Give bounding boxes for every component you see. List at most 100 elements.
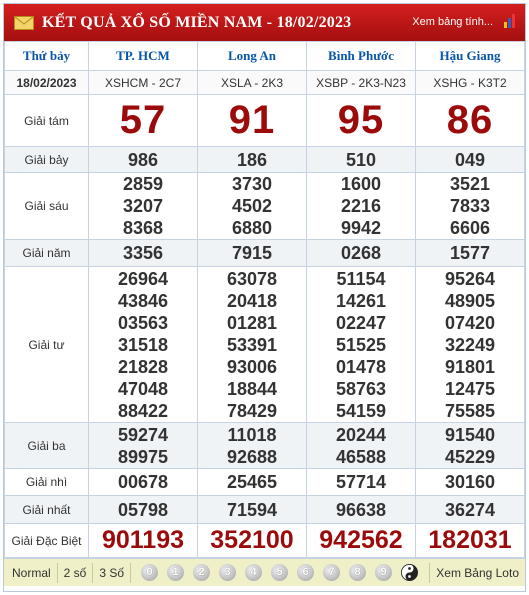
- prize-cell: 71594: [197, 495, 307, 524]
- prize-cell: 1600 2216 9942: [306, 172, 416, 240]
- envelope-icon: [14, 15, 34, 30]
- prize-number: 3207: [122, 196, 164, 216]
- prize-number: 18844: [226, 378, 278, 399]
- ticket-code: XSLA - 2K3: [197, 70, 307, 95]
- prize-label: Giải nhì: [4, 468, 89, 496]
- prize-number: 43846: [117, 290, 169, 311]
- prize-number: 11018: [227, 424, 277, 445]
- prize-cell: 986: [88, 146, 198, 173]
- digit-button-0[interactable]: 0: [141, 564, 159, 581]
- results-header: KẾT QUẢ XỔ SỐ MIỀN NAM - 18/02/2023 Xem …: [4, 4, 525, 41]
- digit-button-8[interactable]: 8: [349, 564, 367, 581]
- prize-number: 7833: [449, 196, 491, 216]
- prize-number: 2859: [122, 174, 164, 194]
- prize-number: 3521: [449, 174, 491, 194]
- prize-number: 48905: [444, 290, 496, 311]
- prize-number: 91801: [444, 356, 496, 377]
- weekday-label: Thứ bảy: [4, 41, 89, 71]
- province-name[interactable]: Long An: [197, 41, 307, 71]
- prize-label: Giải sáu: [4, 172, 89, 240]
- prize-number: 75585: [444, 400, 496, 421]
- tab-3-digits[interactable]: 3 Số: [93, 562, 132, 583]
- digit-filter: 0 1 2 3 4 5 6 7 8 9: [141, 564, 424, 581]
- prize-label: Giải tư: [4, 266, 89, 423]
- prize-row-g3: Giải ba 59274 89975 11018 92688 20244 46…: [4, 422, 525, 469]
- prize-number: 05798: [117, 499, 169, 520]
- prize-number: 25465: [226, 472, 278, 492]
- digit-button-5[interactable]: 5: [271, 564, 289, 581]
- prize-number: 00678: [117, 472, 169, 492]
- prize-label: Giải ba: [4, 422, 89, 469]
- view-loto-table-link[interactable]: Xem Bảng Loto: [429, 562, 525, 583]
- prize-number: 91540: [444, 424, 496, 445]
- prize-number: 51154: [336, 268, 386, 289]
- lottery-results-panel: KẾT QUẢ XỔ SỐ MIỀN NAM - 18/02/2023 Xem …: [3, 3, 526, 592]
- prize-number: 58763: [335, 378, 387, 399]
- digit-button-6[interactable]: 6: [297, 564, 315, 581]
- prize-number: 93006: [226, 356, 278, 377]
- province-name[interactable]: Hậu Giang: [415, 41, 525, 71]
- prize-number: 95: [306, 94, 416, 147]
- prize-cell: 2859 3207 8368: [88, 172, 198, 240]
- prize-cell: 91540 45229: [415, 422, 525, 469]
- prize-label: Giải bảy: [4, 146, 89, 173]
- prize-cell: 57714: [306, 468, 416, 496]
- prize-cell: 25465: [197, 468, 307, 496]
- ticket-code: XSHCM - 2C7: [88, 70, 198, 95]
- prize-cell: 186: [197, 146, 307, 173]
- prize-number: 96638: [335, 499, 387, 520]
- prize-cell: 3356: [88, 239, 198, 267]
- prize-label: Giải Đặc Biệt: [4, 523, 89, 558]
- yin-yang-icon[interactable]: [401, 564, 419, 581]
- prize-cell: 30160: [415, 468, 525, 496]
- digit-button-7[interactable]: 7: [323, 564, 341, 581]
- prize-number: 03563: [117, 312, 169, 333]
- prize-number: 57714: [335, 472, 387, 492]
- prize-cell: 11018 92688: [197, 422, 307, 469]
- prize-number: 36274: [444, 499, 496, 520]
- prize-number: 7915: [231, 243, 273, 263]
- tab-normal[interactable]: Normal: [4, 562, 58, 583]
- prize-cell: 51154 14261 02247 51525 01478 58763 5415…: [306, 266, 416, 423]
- digit-button-1[interactable]: 1: [167, 564, 185, 581]
- prize-number: 0268: [340, 243, 382, 263]
- prize-number: 30160: [444, 472, 496, 492]
- view-table-link[interactable]: Xem bảng tính...: [412, 16, 493, 28]
- prize-cell: 049: [415, 146, 525, 173]
- special-prize-number: 942562: [306, 523, 416, 558]
- prize-number: 3356: [122, 243, 164, 263]
- prize-number: 01281: [226, 312, 278, 333]
- prize-cell: 510: [306, 146, 416, 173]
- prize-number: 20244: [335, 424, 387, 445]
- prize-number: 186: [236, 149, 268, 170]
- prize-number: 12475: [444, 378, 496, 399]
- prize-row-g7: Giải bảy 986 186 510 049: [4, 146, 525, 173]
- chart-icon[interactable]: [503, 13, 517, 29]
- digit-button-2[interactable]: 2: [193, 564, 211, 581]
- prize-cell: 7915: [197, 239, 307, 267]
- province-name[interactable]: Bình Phước: [306, 41, 416, 71]
- prize-number: 78429: [226, 400, 278, 421]
- prize-number: 8368: [122, 218, 164, 238]
- province-name[interactable]: TP. HCM: [88, 41, 198, 71]
- prize-cell: 63078 20418 01281 53391 93006 18844 7842…: [197, 266, 307, 423]
- prize-number: 20418: [226, 290, 278, 311]
- prize-number: 4502: [231, 196, 273, 216]
- tab-2-digits[interactable]: 2 số: [58, 562, 94, 583]
- special-prize-number: 352100: [197, 523, 307, 558]
- prize-cell: 96638: [306, 495, 416, 524]
- prize-number: 86: [415, 94, 525, 147]
- prize-number: 54159: [335, 400, 387, 421]
- prize-number: 45229: [444, 446, 496, 467]
- prize-label: Giải tám: [4, 94, 89, 147]
- ticket-code: XSBP - 2K3-N23: [306, 70, 416, 95]
- prize-label: Giải nhất: [4, 495, 89, 524]
- digit-button-9[interactable]: 9: [375, 564, 393, 581]
- prize-row-g5: Giải năm 3356 7915 0268 1577: [4, 239, 525, 267]
- prize-cell: 0268: [306, 239, 416, 267]
- prize-number: 95264: [444, 268, 496, 289]
- digit-button-3[interactable]: 3: [219, 564, 237, 581]
- prize-cell: 05798: [88, 495, 198, 524]
- digit-button-4[interactable]: 4: [245, 564, 263, 581]
- filter-toolbar: Normal 2 số 3 Số 0 1 2 3 4 5 6 7 8 9 Xem…: [4, 558, 525, 586]
